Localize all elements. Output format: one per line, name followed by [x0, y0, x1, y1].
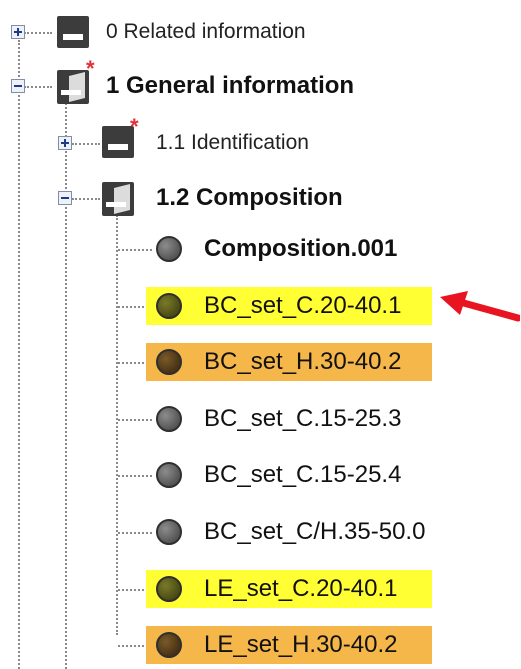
expand-button[interactable]	[58, 136, 72, 150]
record-circle-icon	[156, 293, 182, 319]
list-item-label: BC_set_C.15-25.4	[204, 461, 402, 488]
tree-connector	[118, 249, 152, 251]
tree-connector	[24, 86, 52, 88]
list-item-label: LE_set_C.20-40.1	[204, 575, 398, 602]
record-circle-icon	[156, 462, 182, 488]
collapse-button[interactable]	[58, 191, 72, 205]
tree-guide-general	[65, 100, 67, 669]
collapse-button[interactable]	[11, 79, 25, 93]
section-icon	[57, 16, 89, 48]
open-section-icon	[102, 182, 134, 216]
red-arrow-icon	[440, 291, 520, 322]
record-circle-icon	[156, 236, 182, 262]
tree-label: 1.2 Composition	[156, 184, 343, 211]
tree-connector	[118, 475, 152, 477]
modified-asterisk-icon: *	[130, 114, 139, 139]
tree-guide-root	[18, 40, 20, 669]
record-circle-icon	[156, 576, 182, 602]
tree-label: 1.1 Identification	[156, 131, 309, 154]
list-item-label: BC_set_C.20-40.1	[204, 292, 402, 319]
list-item-label: BC_set_C/H.35-50.0	[204, 518, 426, 545]
list-item-label: Composition.001	[204, 235, 398, 262]
tree-label: 1 General information	[106, 72, 355, 99]
list-item-label: LE_set_H.30-40.2	[204, 631, 398, 658]
tree-label: 0 Related information	[106, 20, 306, 43]
record-circle-icon	[156, 519, 182, 545]
record-circle-icon	[156, 349, 182, 375]
tree-guide-composition	[116, 215, 118, 635]
tree-connector	[72, 143, 100, 145]
record-circle-icon	[156, 632, 182, 658]
expand-button[interactable]	[11, 25, 25, 39]
tree-connector	[118, 532, 152, 534]
record-circle-icon	[156, 406, 182, 432]
list-item-label: BC_set_C.15-25.3	[204, 405, 402, 432]
tree-connector	[24, 32, 52, 34]
tree-connector	[72, 198, 100, 200]
list-item-label: BC_set_H.30-40.2	[204, 348, 402, 375]
modified-asterisk-icon: *	[86, 56, 95, 81]
tree-connector	[118, 419, 152, 421]
